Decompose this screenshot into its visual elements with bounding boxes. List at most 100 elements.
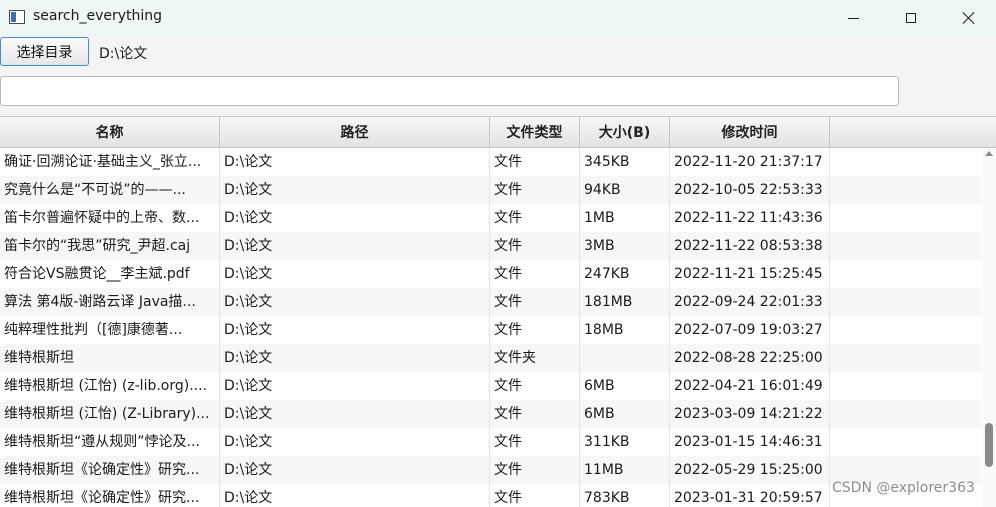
table-row[interactable]: 维特根斯坦 (江怡) (Z-Library)... D:\论文 文件 6MB 2023-… bbox=[0, 400, 982, 428]
cell-size: 783KB bbox=[580, 484, 670, 507]
table-row[interactable]: 究竟什么是“不可说”的——... D:\论文 文件 94KB 2022-10-05 22… bbox=[0, 176, 982, 204]
cell-size: 311KB bbox=[580, 428, 670, 456]
column-header-path[interactable]: 路径 bbox=[220, 117, 490, 147]
cell-name: 维特根斯坦《论确定性》研究... bbox=[0, 456, 220, 484]
cell-type: 文件 bbox=[490, 456, 580, 484]
cell-size: 3MB bbox=[580, 232, 670, 260]
cell-name: 维特根斯坦“遵从规则”悖论及... bbox=[0, 428, 220, 456]
cell-modified: 2022-11-20 21:37:17 bbox=[670, 148, 830, 176]
cell-path: D:\论文 bbox=[220, 456, 490, 484]
cell-modified: 2022-09-24 22:01:33 bbox=[670, 288, 830, 316]
cell-type: 文件 bbox=[490, 288, 580, 316]
cell-modified: 2022-04-21 16:01:49 bbox=[670, 372, 830, 400]
cell-name: 维特根斯坦 bbox=[0, 344, 220, 372]
choose-directory-button[interactable]: 选择目录 bbox=[0, 37, 89, 66]
cell-type: 文件 bbox=[490, 176, 580, 204]
close-icon bbox=[962, 11, 976, 25]
cell-size: 11MB bbox=[580, 456, 670, 484]
maximize-button[interactable] bbox=[882, 0, 940, 36]
cell-path: D:\论文 bbox=[220, 344, 490, 372]
table-row[interactable]: 符合论VS融贯论__李主斌.pdf D:\论文 文件 247KB 2022-11-21 … bbox=[0, 260, 982, 288]
cell-modified: 2023-03-09 14:21:22 bbox=[670, 400, 830, 428]
cell-type: 文件 bbox=[490, 484, 580, 507]
table-row[interactable]: 笛卡尔的“我思”研究_尹超.caj D:\论文 文件 3MB 2022-11-22 08… bbox=[0, 232, 982, 260]
cell-size: 18MB bbox=[580, 316, 670, 344]
cell-path: D:\论文 bbox=[220, 232, 490, 260]
table-row[interactable]: 纯粹理性批判（[德]康德著... D:\论文 文件 18MB 2022-07-09 19… bbox=[0, 316, 982, 344]
close-button[interactable] bbox=[940, 0, 996, 36]
table-row[interactable]: 算法 第4版-谢路云译 Java描... D:\论文 文件 181MB 2022-09-… bbox=[0, 288, 982, 316]
cell-modified: 2023-01-31 20:59:57 bbox=[670, 484, 830, 507]
cell-size: 345KB bbox=[580, 148, 670, 176]
cell-path: D:\论文 bbox=[220, 204, 490, 232]
cell-modified: 2023-01-15 14:46:31 bbox=[670, 428, 830, 456]
scroll-up-arrow-icon[interactable] bbox=[985, 151, 993, 156]
vertical-scrollbar[interactable] bbox=[982, 148, 996, 507]
table-row[interactable]: 维特根斯坦 D:\论文 文件夹 2022-08-28 22:25:00 bbox=[0, 344, 982, 372]
cell-name: 算法 第4版-谢路云译 Java描... bbox=[0, 288, 220, 316]
cell-path: D:\论文 bbox=[220, 372, 490, 400]
app-window-icon bbox=[9, 10, 25, 24]
cell-filler bbox=[830, 232, 982, 260]
title-bar: search_everything bbox=[0, 0, 996, 36]
table-row[interactable]: 维特根斯坦“遵从规则”悖论及... D:\论文 文件 311KB 2023-01-15 … bbox=[0, 428, 982, 456]
cell-modified: 2022-07-09 19:03:27 bbox=[670, 316, 830, 344]
cell-type: 文件 bbox=[490, 232, 580, 260]
cell-type: 文件 bbox=[490, 372, 580, 400]
cell-filler bbox=[830, 260, 982, 288]
cell-type: 文件 bbox=[490, 204, 580, 232]
search-input[interactable] bbox=[0, 76, 899, 106]
cell-path: D:\论文 bbox=[220, 428, 490, 456]
cell-filler bbox=[830, 344, 982, 372]
column-header-modified[interactable]: 修改时间 bbox=[670, 117, 830, 147]
cell-path: D:\论文 bbox=[220, 400, 490, 428]
column-header-type[interactable]: 文件类型 bbox=[490, 117, 580, 147]
scrollbar-thumb[interactable] bbox=[985, 423, 993, 467]
cell-size: 94KB bbox=[580, 176, 670, 204]
cell-path: D:\论文 bbox=[220, 148, 490, 176]
cell-path: D:\论文 bbox=[220, 316, 490, 344]
cell-path: D:\论文 bbox=[220, 288, 490, 316]
cell-path: D:\论文 bbox=[220, 260, 490, 288]
cell-type: 文件夹 bbox=[490, 344, 580, 372]
cell-size: 6MB bbox=[580, 400, 670, 428]
cell-filler bbox=[830, 372, 982, 400]
file-table: 名称 路径 文件类型 大小(B) 修改时间 确证·回溯论证·基础主义_张立...… bbox=[0, 116, 996, 507]
cell-size: 6MB bbox=[580, 372, 670, 400]
cell-modified: 2022-08-28 22:25:00 bbox=[670, 344, 830, 372]
cell-name: 纯粹理性批判（[德]康德著... bbox=[0, 316, 220, 344]
cell-type: 文件 bbox=[490, 148, 580, 176]
cell-type: 文件 bbox=[490, 400, 580, 428]
cell-name: 笛卡尔的“我思”研究_尹超.caj bbox=[0, 232, 220, 260]
cell-filler bbox=[830, 204, 982, 232]
table-row[interactable]: 维特根斯坦 (江怡) (z-lib.org).... D:\论文 文件 6MB 2022… bbox=[0, 372, 982, 400]
column-header-filler bbox=[830, 117, 982, 147]
minimize-button[interactable] bbox=[824, 0, 882, 36]
cell-modified: 2022-05-29 15:25:00 bbox=[670, 456, 830, 484]
cell-name: 维特根斯坦《论确定性》研究... bbox=[0, 484, 220, 507]
cell-name: 确证·回溯论证·基础主义_张立... bbox=[0, 148, 220, 176]
table-header: 名称 路径 文件类型 大小(B) 修改时间 bbox=[0, 117, 996, 148]
cell-path: D:\论文 bbox=[220, 484, 490, 507]
cell-size bbox=[580, 344, 670, 372]
cell-modified: 2022-11-22 08:53:38 bbox=[670, 232, 830, 260]
cell-size: 181MB bbox=[580, 288, 670, 316]
cell-filler bbox=[830, 176, 982, 204]
cell-size: 1MB bbox=[580, 204, 670, 232]
cell-modified: 2022-11-22 11:43:36 bbox=[670, 204, 830, 232]
cell-filler bbox=[830, 148, 982, 176]
cell-modified: 2022-11-21 15:25:45 bbox=[670, 260, 830, 288]
column-header-size[interactable]: 大小(B) bbox=[580, 117, 670, 147]
cell-filler bbox=[830, 400, 982, 428]
cell-modified: 2022-10-05 22:53:33 bbox=[670, 176, 830, 204]
cell-name: 维特根斯坦 (江怡) (z-lib.org).... bbox=[0, 372, 220, 400]
column-header-name[interactable]: 名称 bbox=[0, 117, 220, 147]
table-row[interactable]: 确证·回溯论证·基础主义_张立... D:\论文 文件 345KB 2022-11-20… bbox=[0, 148, 982, 176]
watermark: CSDN @explorer363 bbox=[832, 480, 975, 496]
window-title: search_everything bbox=[33, 8, 163, 24]
cell-type: 文件 bbox=[490, 260, 580, 288]
minimize-icon bbox=[847, 17, 859, 19]
table-row[interactable]: 笛卡尔普遍怀疑中的上帝、数... D:\论文 文件 1MB 2022-11-22 11:… bbox=[0, 204, 982, 232]
cell-type: 文件 bbox=[490, 428, 580, 456]
cell-size: 247KB bbox=[580, 260, 670, 288]
